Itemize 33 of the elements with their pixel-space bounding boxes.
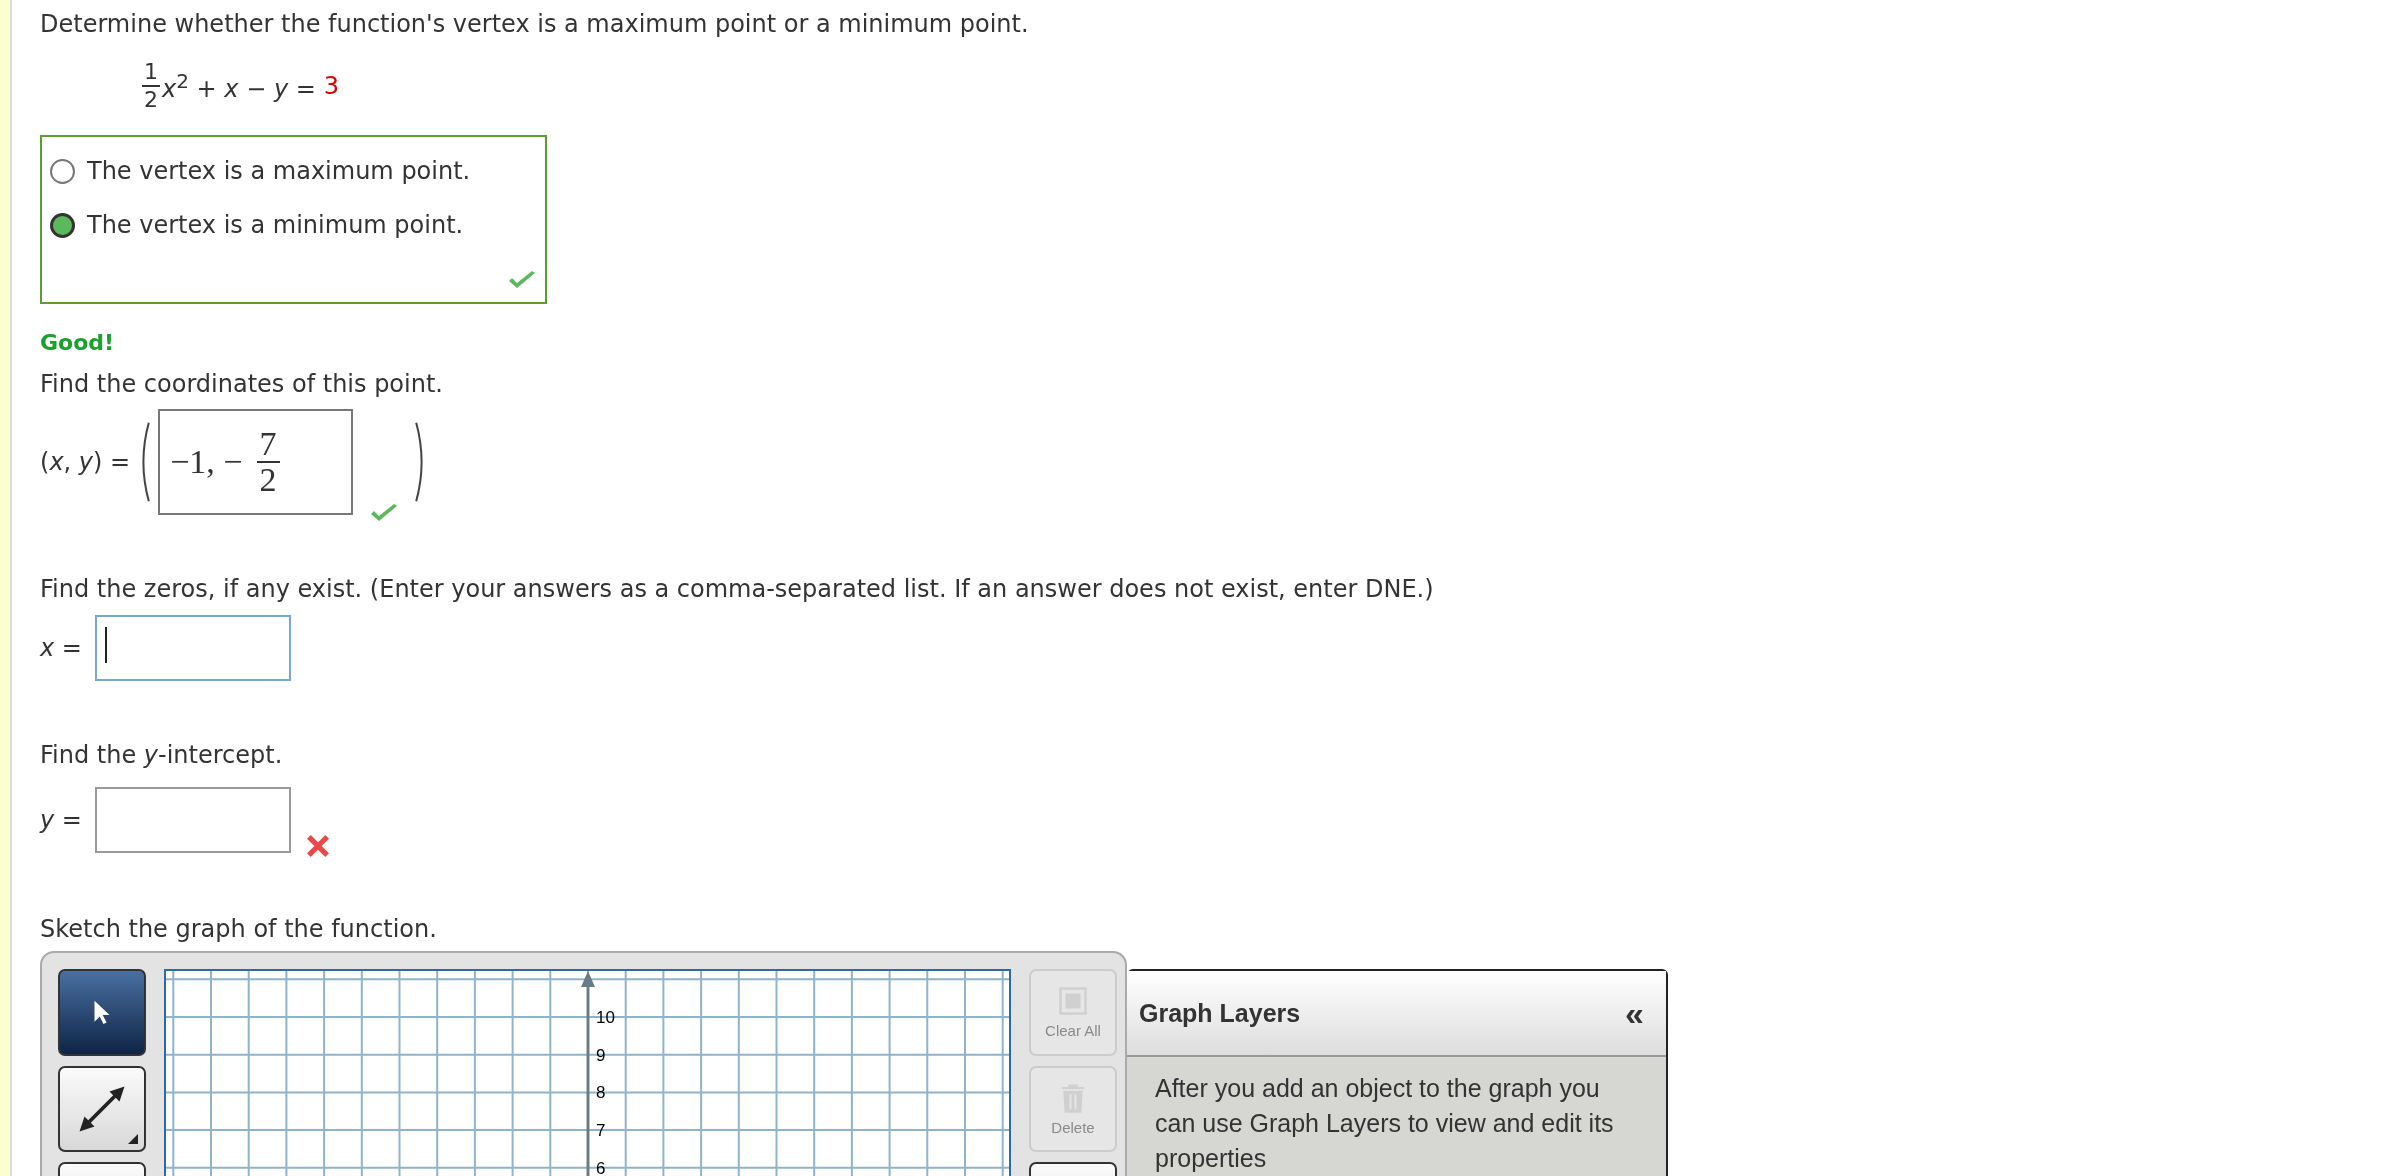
answer-label: y = [40,806,83,834]
answer-label: x = [40,634,83,662]
panel-title: Graph Layers [1139,998,1301,1028]
axis-tick-label: 6 [596,1158,606,1176]
feedback-text: Good! [40,329,116,357]
equation-text: x$^{2}$ + x − y = [162,69,316,103]
double-arrow-icon [77,1084,127,1134]
fraction: 1 2 [142,59,160,113]
axis-tick-label: 10 [596,1008,615,1027]
graph-grid[interactable]: 10 9 8 7 6 [164,969,1011,1176]
axis-tick-label: 9 [596,1045,606,1065]
question-text: Find the coordinates of this point. [40,369,444,400]
question-text: Sketch the graph of the function. [40,914,438,945]
radio-button[interactable] [50,212,75,238]
cursor-arrow-icon [93,999,111,1026]
equation-constant: 3 [323,72,340,100]
triangle-icon [128,1134,138,1145]
question-text: Determine whether the function's vertex is a maximum point or a minimum point. [40,9,1030,40]
line-tool-button[interactable] [58,1065,146,1153]
choice-label[interactable]: The vertex is a minimum point. [87,211,464,239]
question-text: Find the zeros, if any exist. (Enter your answers as a comma-separated list. If an answer does not exist, enter DNE.) [40,574,1435,605]
panel-help-text: After you add an object to the graph you can use Graph Layers to view and edit its properties [1154,1073,1615,1174]
question-text: Find the y-intercept. [40,740,284,771]
pointer-tool-button[interactable] [58,969,146,1056]
radio-button[interactable] [50,158,75,184]
input-field[interactable] [95,787,291,853]
input-field[interactable] [95,615,291,681]
collapse-button[interactable]: « [1625,996,1644,1030]
check-icon [507,270,537,290]
choice-label[interactable]: The vertex is a maximum point. [87,157,471,185]
answer-label: (x, y) = [40,448,131,476]
axis-tick-label: 7 [596,1121,606,1141]
axis-tick-label: 8 [596,1083,606,1103]
